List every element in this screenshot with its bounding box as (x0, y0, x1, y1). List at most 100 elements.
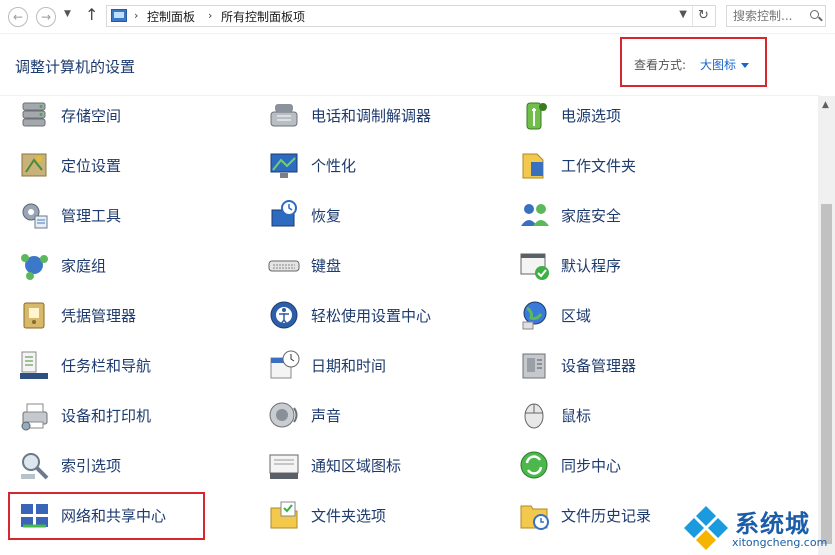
control-panel-item[interactable]: 工作文件夹 (517, 145, 747, 185)
watermark: 系统城 xitongcheng.com (680, 500, 835, 555)
control-panel-item-label[interactable]: 声音 (311, 405, 341, 426)
notification-area-icon (269, 454, 299, 479)
up-arrow-icon[interactable]: ↑ (85, 5, 98, 24)
control-panel-item[interactable]: 恢复 (267, 195, 497, 235)
control-panel-item[interactable]: 默认程序 (517, 245, 747, 285)
page-title: 调整计算机的设置 (15, 58, 136, 76)
control-panel-item-label[interactable]: 轻松使用设置中心 (311, 305, 431, 326)
control-panel-item-label[interactable]: 网络和共享中心 (61, 505, 166, 526)
watermark-url: xitongcheng.com (732, 536, 828, 549)
control-panel-icon (111, 9, 127, 22)
family-safety-icon (521, 204, 549, 226)
work-folders-icon (522, 153, 544, 179)
control-panel-item-label[interactable]: 键盘 (311, 255, 341, 276)
folder-options-icon (270, 501, 298, 529)
forward-arrow-icon[interactable]: → (36, 7, 56, 27)
control-panel-item[interactable]: 个性化 (267, 145, 497, 185)
view-mode-value[interactable]: 大图标 (700, 58, 736, 72)
control-panel-item[interactable]: 区域 (517, 295, 747, 335)
view-mode-select[interactable]: 大图标 (700, 56, 750, 73)
control-panel-item-label[interactable]: 凭据管理器 (61, 305, 136, 326)
breadcrumb-separator-icon[interactable]: › (208, 9, 212, 22)
control-panel-item-label[interactable]: 电源选项 (561, 105, 621, 126)
mouse-icon (524, 403, 544, 429)
sound-icon (269, 402, 298, 428)
device-manager-icon (522, 353, 546, 379)
control-panel-item[interactable]: 设备管理器 (517, 345, 747, 385)
default-programs-icon (520, 253, 549, 280)
refresh-icon[interactable]: ↻ (692, 6, 714, 26)
control-panel-item[interactable]: 同步中心 (517, 445, 747, 485)
search-input[interactable] (733, 8, 808, 24)
control-panel-item-label[interactable]: 区域 (561, 305, 591, 326)
location-settings-icon (21, 153, 47, 177)
control-panel-item-label[interactable]: 日期和时间 (311, 355, 386, 376)
control-panel-item[interactable]: 声音 (267, 395, 497, 435)
control-panel-item-label[interactable]: 家庭组 (61, 255, 106, 276)
control-panel-item-label[interactable]: 同步中心 (561, 455, 621, 476)
control-panel-item-label[interactable]: 电话和调制解调器 (311, 105, 431, 126)
control-panel-item[interactable]: 电源选项 (517, 95, 747, 135)
control-panel-item-label[interactable]: 恢复 (311, 205, 341, 226)
control-panel-item[interactable]: 轻松使用设置中心 (267, 295, 497, 335)
control-panel-item-label[interactable]: 索引选项 (61, 455, 121, 476)
control-panel-item-label[interactable]: 文件夹选项 (311, 505, 386, 526)
control-panel-item-label[interactable]: 定位设置 (61, 155, 121, 176)
control-panel-item[interactable]: 定位设置 (17, 145, 247, 185)
homegroup-icon (21, 254, 48, 280)
scroll-up-icon[interactable]: ▲ (822, 100, 829, 110)
breadcrumb-all-items[interactable]: 所有控制面板项 (221, 8, 305, 25)
control-panel-item-label[interactable]: 任务栏和导航 (61, 355, 151, 376)
control-panel-item-label[interactable]: 设备和打印机 (61, 405, 151, 426)
date-time-icon (270, 350, 300, 379)
personalization-icon (270, 153, 298, 178)
control-panel-item[interactable]: 家庭组 (17, 245, 247, 285)
control-panel-item[interactable]: 索引选项 (17, 445, 247, 485)
control-panel-item-label[interactable]: 鼠标 (561, 405, 591, 426)
control-panel-item[interactable]: 通知区域图标 (267, 445, 497, 485)
chevron-down-icon[interactable] (741, 63, 750, 68)
network-sharing-icon (21, 504, 48, 528)
control-panel-item-label[interactable]: 存储空间 (61, 105, 121, 126)
breadcrumb-control-panel[interactable]: 控制面板 (147, 8, 195, 25)
control-panel-item[interactable]: 存储空间 (17, 95, 247, 135)
sync-center-icon (520, 451, 548, 479)
region-icon (522, 301, 547, 330)
file-history-icon (520, 505, 549, 530)
keyboard-icon (268, 260, 300, 272)
control-panel-item-label[interactable]: 工作文件夹 (561, 155, 636, 176)
control-panel-item-label[interactable]: 管理工具 (61, 205, 121, 226)
control-panel-item-label[interactable]: 文件历史记录 (561, 505, 651, 526)
search-icon[interactable] (810, 10, 819, 19)
control-panel-item[interactable]: 键盘 (267, 245, 497, 285)
back-arrow-icon[interactable]: ← (8, 7, 28, 27)
address-dropdown-icon[interactable]: ▼ (679, 9, 687, 20)
control-panel-item[interactable]: 网络和共享中心 (17, 495, 247, 535)
scroll-thumb[interactable] (821, 204, 832, 544)
control-panel-item[interactable]: 鼠标 (517, 395, 747, 435)
control-panel-item[interactable]: 家庭安全 (517, 195, 747, 235)
control-panel-item[interactable]: 凭据管理器 (17, 295, 247, 335)
power-options-icon (526, 102, 547, 130)
vertical-scrollbar[interactable]: ▲ (818, 96, 835, 555)
devices-printers-icon (21, 403, 48, 431)
watermark-logo-icon (684, 506, 728, 550)
breadcrumb-separator-icon[interactable]: › (134, 9, 138, 22)
address-bar[interactable]: › 控制面板 › 所有控制面板项 ▼ ↻ (106, 5, 716, 27)
taskbar-icon (20, 351, 48, 379)
control-panel-item-label[interactable]: 个性化 (311, 155, 356, 176)
control-panel-item-label[interactable]: 通知区域图标 (311, 455, 401, 476)
control-panel-item-label[interactable]: 家庭安全 (561, 205, 621, 226)
control-panel-item[interactable]: 文件夹选项 (267, 495, 497, 535)
control-panel-item-label[interactable]: 默认程序 (561, 255, 621, 276)
control-panel-item[interactable]: 日期和时间 (267, 345, 497, 385)
control-panel-item[interactable]: 任务栏和导航 (17, 345, 247, 385)
admin-tools-icon (22, 203, 48, 229)
search-box[interactable] (726, 5, 826, 27)
control-panel-item-label[interactable]: 设备管理器 (561, 355, 636, 376)
recent-locations-dropdown-icon[interactable]: ▼ (64, 9, 71, 19)
control-panel-item[interactable]: 电话和调制解调器 (267, 95, 497, 135)
view-mode-highlight: 查看方式: 大图标 (620, 37, 767, 87)
control-panel-item[interactable]: 管理工具 (17, 195, 247, 235)
control-panel-item[interactable]: 设备和打印机 (17, 395, 247, 435)
